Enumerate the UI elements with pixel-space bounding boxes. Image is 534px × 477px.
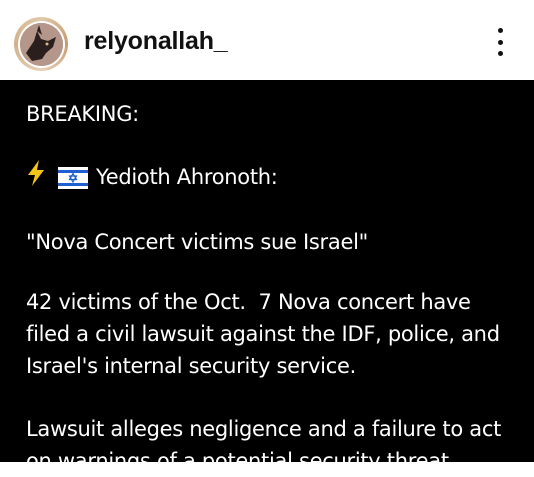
israel-flag-icon — [58, 166, 88, 189]
more-vertical-icon[interactable] — [488, 24, 512, 60]
dog-avatar-icon — [19, 22, 63, 66]
post-header: relyonallah_ — [0, 0, 534, 80]
avatar[interactable] — [19, 22, 63, 66]
story-ring[interactable] — [14, 17, 68, 71]
source-line: Yedioth Ahronoth: — [26, 160, 278, 194]
paragraph1-line: filed a civil lawsuit against the IDF, p… — [26, 322, 500, 346]
paragraph2-line: on warnings of a potential security thre… — [26, 449, 456, 473]
paragraph1-line: 42 victims of the Oct. 7 Nova concert ha… — [26, 290, 471, 314]
post-heading: BREAKING: — [26, 102, 139, 126]
source-name: Yedioth Ahronoth: — [96, 165, 278, 189]
post-quote: "Nova Concert victims sue Israel" — [26, 230, 368, 254]
lightning-icon — [26, 160, 46, 194]
username[interactable]: relyonallah_ — [84, 27, 228, 56]
post-image: BREAKING: Yedioth Ahronoth: "Nova Concer… — [0, 80, 534, 473]
paragraph1-line: Israel's internal security service. — [26, 354, 356, 378]
paragraph2-line: Lawsuit alleges negligence and a failure… — [26, 417, 502, 441]
